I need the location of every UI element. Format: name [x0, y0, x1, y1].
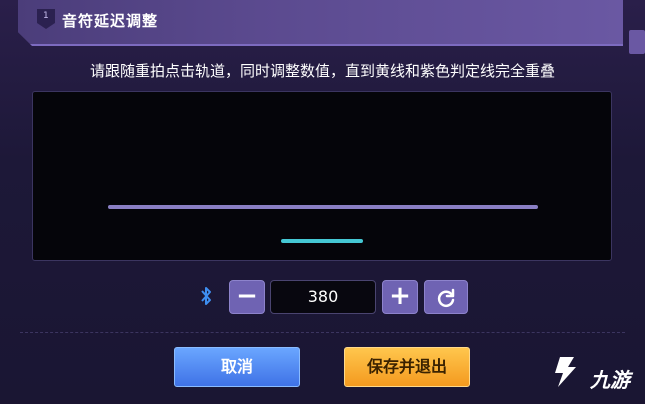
reset-icon	[437, 288, 455, 307]
watermark-text: 九游	[590, 368, 630, 392]
bluetooth-icon	[199, 285, 213, 307]
delay-value-field[interactable]: 380	[270, 280, 376, 314]
delay-adjust-dialog: 1 音符延迟调整 请跟随重拍点击轨道，同时调整数值，直到黄线和紫色判定线完全重叠…	[0, 0, 645, 400]
note-timing-line	[281, 239, 363, 243]
cancel-button[interactable]: 取消	[174, 347, 300, 387]
dialog-title: 音符延迟调整	[62, 12, 159, 30]
minus-icon: −	[236, 281, 258, 311]
divider	[20, 332, 625, 333]
close-tab-icon[interactable]	[629, 30, 645, 54]
tap-track-area[interactable]	[32, 91, 612, 261]
reset-button[interactable]	[424, 280, 468, 314]
increase-button[interactable]: +	[382, 280, 418, 314]
plus-icon: +	[389, 281, 411, 311]
instruction-text: 请跟随重拍点击轨道，同时调整数值，直到黄线和紫色判定线完全重叠	[89, 62, 555, 80]
judgement-line	[108, 205, 538, 209]
decrease-button[interactable]: −	[229, 280, 265, 314]
